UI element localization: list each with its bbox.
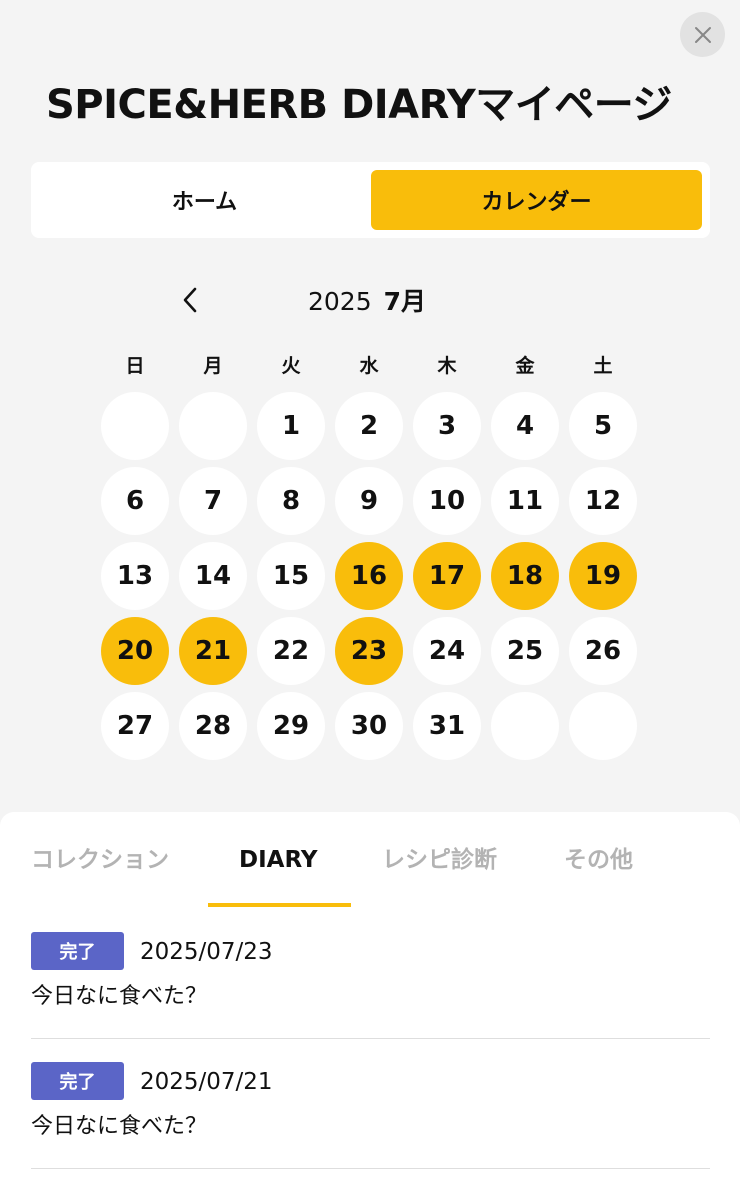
entry-date: 2025/07/21: [140, 1069, 273, 1095]
divider: [31, 1168, 710, 1169]
active-tab-indicator: [208, 903, 351, 907]
calendar-days-grid: 1 2 3 4 5 6 7 8 9 10 11 12 13 14 15 16 17 18 19 20 21 22 23 24 2…: [101, 392, 637, 760]
tab-other[interactable]: その他: [564, 838, 633, 882]
weekday-header: 日 月 火 水 木 金 土: [101, 350, 637, 382]
weekday-mon: 月: [203, 355, 223, 377]
status-badge: 完了: [31, 932, 124, 970]
day-cell-26[interactable]: 26: [569, 617, 637, 685]
day-cell-28[interactable]: 28: [179, 692, 247, 760]
close-icon: [694, 26, 711, 43]
empty-day-cell: [491, 692, 559, 760]
tab-recipe-diagnosis[interactable]: レシピ診断: [382, 838, 497, 882]
day-cell-6[interactable]: 6: [101, 467, 169, 535]
day-cell-23[interactable]: 23: [335, 617, 403, 685]
view-toggle: ホーム カレンダー: [31, 162, 710, 238]
diary-entry[interactable]: 完了 2025/07/21 今日なに食べた？: [31, 1062, 710, 1181]
calendar-year: 2025: [308, 287, 372, 316]
empty-day-cell: [101, 392, 169, 460]
tab-diary[interactable]: DIARY: [239, 838, 318, 882]
previous-month-button[interactable]: [172, 278, 208, 322]
my-page: SPICE&HERB DIARYマイページ ホーム カレンダー 2025 7月 日…: [0, 0, 740, 1181]
section-tabs: コレクション DIARY レシピ診断 その他: [0, 812, 740, 908]
entry-question: 今日なに食べた？: [31, 1114, 208, 1139]
weekday-tue: 火: [281, 355, 301, 377]
day-cell-8[interactable]: 8: [257, 467, 325, 535]
day-cell-1[interactable]: 1: [257, 392, 325, 460]
day-cell-20[interactable]: 20: [101, 617, 169, 685]
day-cell-5[interactable]: 5: [569, 392, 637, 460]
day-cell-2[interactable]: 2: [335, 392, 403, 460]
day-cell-24[interactable]: 24: [413, 617, 481, 685]
entry-question: 今日なに食べた？: [31, 984, 208, 1009]
day-cell-9[interactable]: 9: [335, 467, 403, 535]
weekday-sat: 土: [593, 355, 613, 377]
calendar-tab-button[interactable]: カレンダー: [371, 170, 702, 230]
day-cell-3[interactable]: 3: [413, 392, 481, 460]
status-badge: 完了: [31, 1062, 124, 1100]
month-label: 2025 7月: [308, 282, 426, 318]
tab-collection[interactable]: コレクション: [31, 838, 169, 882]
day-cell-15[interactable]: 15: [257, 542, 325, 610]
weekday-thu: 木: [437, 355, 457, 377]
day-cell-18[interactable]: 18: [491, 542, 559, 610]
day-cell-4[interactable]: 4: [491, 392, 559, 460]
day-cell-11[interactable]: 11: [491, 467, 559, 535]
diary-entry[interactable]: 完了 2025/07/23 今日なに食べた？: [31, 932, 710, 1062]
page-title: SPICE&HERB DIARYマイページ: [46, 82, 672, 128]
entry-date: 2025/07/23: [140, 939, 273, 965]
weekday-sun: 日: [125, 355, 145, 377]
day-cell-25[interactable]: 25: [491, 617, 559, 685]
month-navigation: 2025 7月: [0, 278, 740, 322]
day-cell-17[interactable]: 17: [413, 542, 481, 610]
day-cell-19[interactable]: 19: [569, 542, 637, 610]
day-cell-7[interactable]: 7: [179, 467, 247, 535]
day-cell-22[interactable]: 22: [257, 617, 325, 685]
divider: [31, 1038, 710, 1039]
day-cell-10[interactable]: 10: [413, 467, 481, 535]
weekday-fri: 金: [515, 355, 535, 377]
weekday-wed: 水: [359, 355, 379, 377]
close-button[interactable]: [680, 12, 725, 57]
content-panel: コレクション DIARY レシピ診断 その他 完了 2025/07/23 今日な…: [0, 812, 740, 1181]
day-cell-16[interactable]: 16: [335, 542, 403, 610]
day-cell-21[interactable]: 21: [179, 617, 247, 685]
day-cell-29[interactable]: 29: [257, 692, 325, 760]
day-cell-13[interactable]: 13: [101, 542, 169, 610]
day-cell-12[interactable]: 12: [569, 467, 637, 535]
day-cell-30[interactable]: 30: [335, 692, 403, 760]
calendar-month: 7月: [383, 287, 427, 316]
day-cell-31[interactable]: 31: [413, 692, 481, 760]
chevron-left-icon: [183, 287, 197, 313]
day-cell-27[interactable]: 27: [101, 692, 169, 760]
empty-day-cell: [569, 692, 637, 760]
day-cell-14[interactable]: 14: [179, 542, 247, 610]
empty-day-cell: [179, 392, 247, 460]
home-tab-button[interactable]: ホーム: [39, 170, 370, 230]
